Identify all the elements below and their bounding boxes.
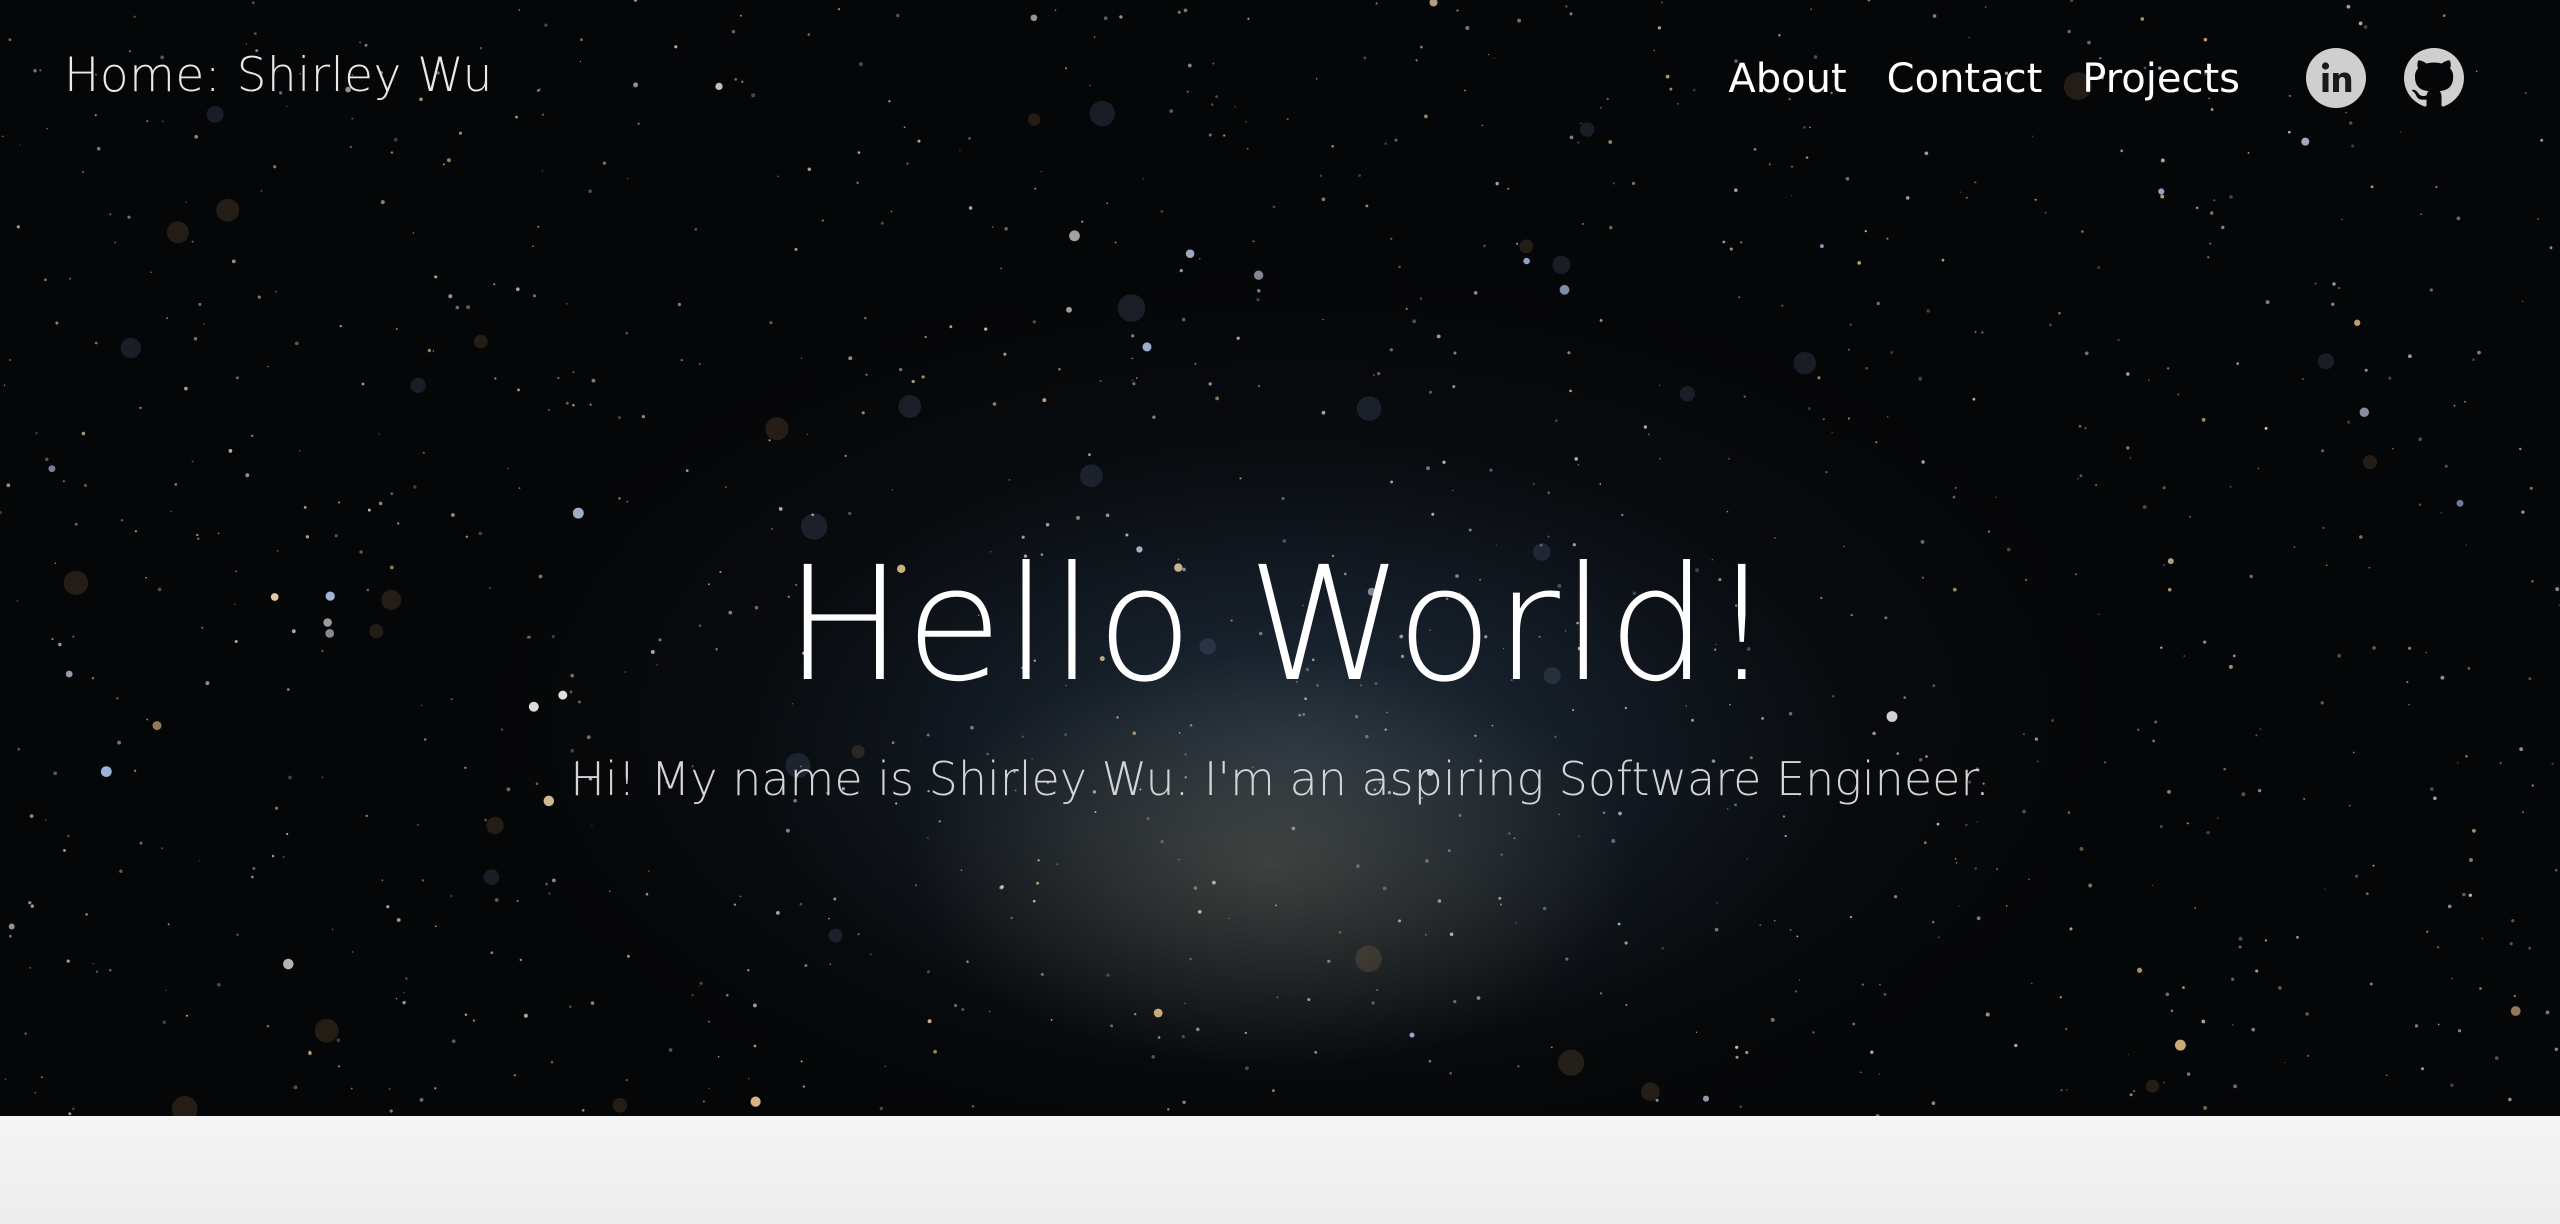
nav-link-projects[interactable]: Projects (2082, 56, 2240, 102)
hero-section: Home: Shirley Wu About Contact Projects (0, 0, 2560, 1116)
nav-link-contact[interactable]: Contact (1887, 56, 2043, 102)
hero-content: Hello World! Hi! My name is Shirley Wu. … (0, 530, 2560, 806)
hero-tagline: Hi! My name is Shirley Wu. I'm an aspiri… (570, 752, 1990, 806)
linkedin-link[interactable] (2306, 48, 2366, 108)
social-links (2306, 48, 2464, 108)
nav-link-about[interactable]: About (1728, 56, 1846, 102)
nav-links: About Contact Projects (1728, 56, 2240, 102)
hero-headline: Hello World! (784, 533, 1776, 717)
linkedin-icon (2306, 48, 2366, 108)
home-link[interactable]: Home: Shirley Wu (64, 48, 493, 103)
top-nav: Home: Shirley Wu About Contact Projects (0, 0, 2560, 165)
next-section (0, 1116, 2560, 1224)
github-link[interactable] (2404, 48, 2464, 108)
page: Home: Shirley Wu About Contact Projects (0, 0, 2560, 1224)
github-icon (2404, 48, 2464, 107)
